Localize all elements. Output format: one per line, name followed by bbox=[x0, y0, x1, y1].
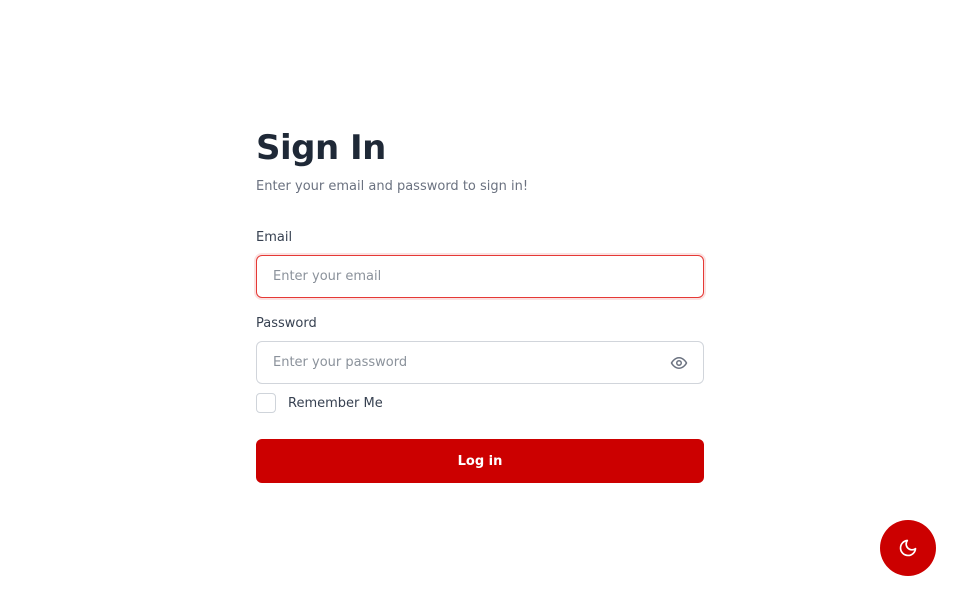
password-label: Password bbox=[256, 316, 317, 331]
show-password-button[interactable] bbox=[670, 354, 688, 372]
email-field-wrapper bbox=[256, 255, 704, 298]
eye-icon bbox=[670, 357, 688, 369]
sign-in-page: Sign In Enter your email and password to… bbox=[0, 0, 960, 600]
email-label: Email bbox=[256, 230, 293, 245]
password-field[interactable] bbox=[256, 341, 704, 384]
remember-me-label[interactable]: Remember Me bbox=[288, 396, 383, 411]
password-field-wrapper bbox=[256, 341, 704, 384]
remember-me-checkbox[interactable] bbox=[256, 393, 276, 413]
email-field[interactable] bbox=[256, 255, 704, 298]
theme-toggle-button[interactable] bbox=[880, 520, 936, 576]
login-button[interactable]: Log in bbox=[256, 439, 704, 483]
page-subtitle: Enter your email and password to sign in… bbox=[256, 179, 529, 194]
remember-me-row: Remember Me bbox=[256, 393, 704, 413]
sign-in-form: Sign In Enter your email and password to… bbox=[256, 126, 704, 483]
page-title: Sign In bbox=[256, 128, 386, 168]
moon-icon bbox=[899, 539, 917, 557]
